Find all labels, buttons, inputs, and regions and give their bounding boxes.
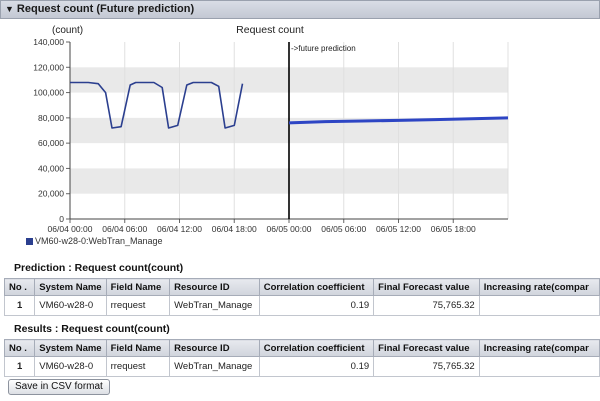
column-header[interactable]: Field Name [105, 339, 171, 357]
column-header[interactable]: Final Forecast value [373, 278, 480, 296]
table-cell: 75,765.32 [373, 295, 480, 316]
prediction-annotation: ->future prediction [291, 44, 356, 53]
legend-swatch [26, 238, 33, 246]
chart-legend: VM60-w28-0:WebTran_Manage [26, 236, 163, 246]
y-tick-label: 40,000 [38, 163, 64, 173]
column-header[interactable]: No . [3, 339, 36, 357]
y-tick-label: 60,000 [38, 138, 64, 148]
column-header[interactable]: Resource ID [169, 278, 260, 296]
results-table: No . System Name Field Name Resource ID Corr… [3, 339, 600, 377]
y-tick-label: 20,000 [38, 189, 64, 199]
collapse-triangle-icon[interactable]: ▼ [5, 1, 14, 18]
table-cell: 1 [3, 295, 36, 316]
x-tick-label: 06/05 12:00 [376, 224, 421, 234]
column-header[interactable]: System Name [34, 278, 107, 296]
x-tick-label: 06/05 18:00 [431, 224, 476, 234]
x-tick-label: 06/05 00:00 [267, 224, 312, 234]
y-tick-label: 100,000 [33, 88, 64, 98]
results-title: Results : Request count(count) [14, 323, 170, 335]
table-cell [478, 295, 600, 316]
table-cell: 0.19 [258, 295, 375, 316]
table-cell: WebTran_Manage [169, 295, 260, 316]
chart-area: 06/04 00:00 06/04 06:00 06/04 12:00 06/04 1… [0, 19, 600, 254]
x-tick-label: 06/04 18:00 [212, 224, 257, 234]
table-cell: rrequest [105, 295, 171, 316]
table-cell: VM60-w28-0 [34, 295, 107, 316]
column-header[interactable]: System Name [34, 339, 107, 357]
legend-label: VM60-w28-0:WebTran_Manage [35, 236, 163, 246]
prediction-table: No . System Name Field Name Resource ID Corr… [3, 278, 600, 316]
table-cell [478, 356, 600, 377]
table-cell: 75,765.32 [373, 356, 480, 377]
table-row: 1 VM60-w28-0 rrequest WebTran_Manage 0.19 75,… [3, 356, 600, 377]
table-row: 1 VM60-w28-0 rrequest WebTran_Manage 0.19 75,… [3, 295, 600, 316]
column-header[interactable]: Increasing rate(compar [478, 339, 600, 357]
panel-title: Request count (Future prediction) [16, 3, 195, 15]
x-tick-label: 06/04 12:00 [157, 224, 202, 234]
column-header[interactable]: Field Name [105, 278, 171, 296]
column-header[interactable]: Final Forecast value [373, 339, 480, 357]
y-tick-label: 140,000 [33, 37, 64, 47]
column-header[interactable]: Correlation coefficient [258, 339, 375, 357]
column-header[interactable]: Increasing rate(compar [478, 278, 600, 296]
save-csv-button[interactable]: Save in CSV format [8, 379, 110, 395]
y-tick-label: 80,000 [38, 113, 64, 123]
table-cell: rrequest [105, 356, 171, 377]
table-cell: VM60-w28-0 [34, 356, 107, 377]
chart-title: Request count [236, 24, 304, 36]
y-axis-label: (count) [52, 25, 83, 36]
prediction-title: Prediction : Request count(count) [14, 262, 184, 274]
request-count-chart: 06/04 00:00 06/04 06:00 06/04 12:00 06/04 1… [33, 24, 509, 234]
column-header[interactable]: Correlation coefficient [258, 278, 375, 296]
table-cell: 1 [3, 356, 36, 377]
y-tick-label: 0 [59, 214, 64, 224]
x-tick-label: 06/05 06:00 [321, 224, 366, 234]
x-tick-label: 06/04 06:00 [102, 224, 147, 234]
panel-header[interactable]: ▼ Request count (Future prediction) [0, 0, 600, 19]
x-tick-label: 06/04 00:00 [48, 224, 93, 234]
table-cell: WebTran_Manage [169, 356, 260, 377]
column-header[interactable]: No . [3, 278, 36, 296]
y-tick-label: 120,000 [33, 62, 64, 72]
column-header[interactable]: Resource ID [169, 339, 260, 357]
table-cell: 0.19 [258, 356, 375, 377]
